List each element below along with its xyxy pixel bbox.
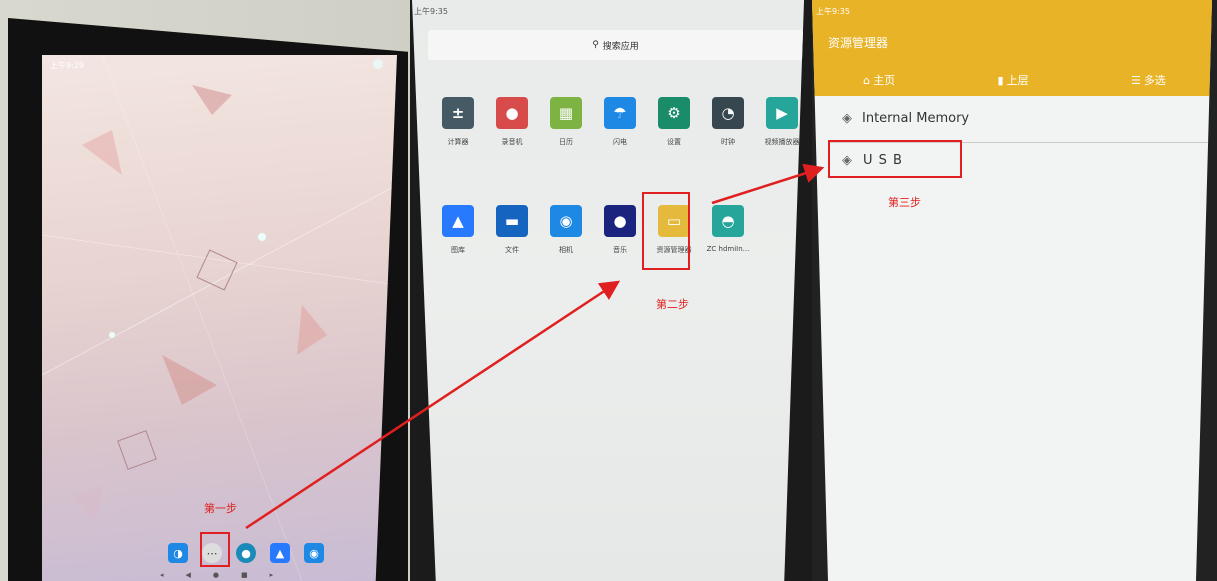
app-recorder[interactable]: ● 录音机 (486, 97, 538, 147)
app-label: 视频播放器 (764, 138, 800, 146)
android-icon: ◓ (712, 205, 744, 237)
app-camera[interactable]: ◉ 相机 (540, 205, 592, 255)
camera-icon: ◉ (550, 205, 582, 237)
app-calendar[interactable]: ▦ 日历 (540, 97, 592, 147)
status-time: 上午9:35 (816, 7, 850, 16)
storage-icon: ◈ (842, 111, 852, 126)
app-lightning[interactable]: ☂ 闪电 (594, 97, 646, 147)
gallery-icon[interactable]: ▲ (270, 543, 290, 563)
search-bar[interactable]: ⚲ 搜索应用 (428, 30, 803, 60)
home-icon[interactable]: ● (213, 571, 219, 579)
toolbar-tabs: ⌂ 主页 ▮ 上层 ☰ 多选 (812, 72, 1212, 88)
music-icon: ● (604, 205, 636, 237)
dock: ◑ ⋯ ● ▲ ◉ (168, 543, 324, 563)
recorder-icon: ● (496, 97, 528, 129)
app-settings[interactable]: ⚙ 设置 (648, 97, 700, 147)
lightning-icon: ☂ (604, 97, 636, 129)
app-label: 闪电 (613, 138, 627, 146)
app-video-player[interactable]: ▶ 视频播放器 (756, 97, 804, 147)
status-time: 上午9:29 (50, 61, 84, 70)
app-label: 设置 (667, 138, 681, 146)
app-android[interactable]: ◓ ZC hdmiIn... (702, 205, 754, 253)
calculator-icon: ± (442, 97, 474, 129)
music-icon[interactable]: ● (236, 543, 256, 563)
app-music[interactable]: ● 音乐 (594, 205, 646, 255)
step1-label: 第一步 (204, 502, 237, 515)
tab-home-label: 主页 (873, 74, 896, 87)
volume-up-icon[interactable]: ▸ (270, 571, 274, 579)
step2-label: 第二步 (656, 298, 689, 311)
step1-highlight (200, 532, 230, 567)
app-label: 相机 (559, 246, 573, 254)
video-player-icon: ▶ (766, 97, 798, 129)
tab-up[interactable]: ▮ 上层 (998, 72, 1029, 88)
panel-app-drawer: 上午9:35 ⚲ 搜索应用 ± 计算器 ● 录音机 ▦ 日历 ☂ 闪电 ⚙ 设置 ◔ 时钟 ▶ 视频播放器… (410, 0, 812, 581)
step3-label: 第三步 (888, 196, 921, 209)
step2-highlight (642, 192, 690, 270)
browser-icon[interactable]: ◑ (168, 543, 188, 563)
app-label: 图库 (451, 246, 465, 254)
tab-up-label: 上层 (1006, 74, 1029, 87)
list-item-label: Internal Memory (862, 111, 970, 126)
step3-highlight (828, 140, 962, 178)
home-icon: ⌂ (863, 73, 871, 87)
app-drawer-screen: 上午9:35 ⚲ 搜索应用 ± 计算器 ● 录音机 ▦ 日历 ☂ 闪电 ⚙ 设置 ◔ 时钟 ▶ 视频播放器… (412, 0, 805, 581)
list-item-internal-memory[interactable]: ◈ Internal Memory (842, 111, 969, 126)
tab-multiselect[interactable]: ☰ 多选 (1131, 72, 1166, 88)
app-label: 音乐 (613, 246, 627, 254)
app-header: 上午9:35 资源管理器 ⌂ 主页 ▮ 上层 ☰ 多选 (812, 0, 1212, 96)
camera-icon[interactable]: ◉ (304, 543, 324, 563)
clock-icon: ◔ (712, 97, 744, 129)
app-title: 资源管理器 (828, 36, 889, 50)
tutorial-composite: 上午9:29 ◑ ⋯ ● ▲ ◉ ◂ ◀ ● ■ ▸ 第一步 上午9:35 ⚲ … (0, 0, 1217, 581)
search-icon: ⚲ (592, 40, 599, 50)
app-gallery[interactable]: ▲ 图库 (432, 205, 484, 255)
app-files[interactable]: ▬ 文件 (486, 205, 538, 255)
panel-home-screen: 上午9:29 ◑ ⋯ ● ▲ ◉ ◂ ◀ ● ■ ▸ 第一步 (0, 0, 410, 581)
volume-down-icon[interactable]: ◂ (160, 571, 164, 579)
back-icon[interactable]: ◀ (186, 571, 191, 579)
files-icon: ▬ (496, 205, 528, 237)
gallery-icon: ▲ (442, 205, 474, 237)
nav-bar: ◂ ◀ ● ■ ▸ (160, 571, 273, 579)
settings-icon: ⚙ (658, 97, 690, 129)
panel-file-manager: 上午9:35 资源管理器 ⌂ 主页 ▮ 上层 ☰ 多选 ◈ Internal Memo… (812, 0, 1217, 581)
app-calculator[interactable]: ± 计算器 (432, 97, 484, 147)
app-clock[interactable]: ◔ 时钟 (702, 97, 754, 147)
app-label: 文件 (505, 246, 519, 254)
folder-up-icon: ▮ (997, 73, 1004, 87)
app-label: 日历 (559, 138, 573, 146)
multiselect-icon: ☰ (1130, 73, 1141, 87)
notification-dot (373, 59, 383, 69)
file-manager-screen: 上午9:35 资源管理器 ⌂ 主页 ▮ 上层 ☰ 多选 ◈ Internal Memo… (812, 0, 1212, 581)
tab-home[interactable]: ⌂ 主页 (863, 72, 895, 88)
calendar-icon: ▦ (550, 97, 582, 129)
status-time: 上午9:35 (414, 7, 448, 16)
search-placeholder: 搜索应用 (602, 41, 639, 52)
app-label: ZC hdmiIn... (706, 245, 750, 253)
app-label: 录音机 (501, 138, 523, 146)
app-label: 计算器 (447, 138, 469, 146)
app-label: 时钟 (721, 138, 735, 146)
recents-icon[interactable]: ■ (241, 571, 248, 579)
tab-multiselect-label: 多选 (1143, 74, 1166, 87)
